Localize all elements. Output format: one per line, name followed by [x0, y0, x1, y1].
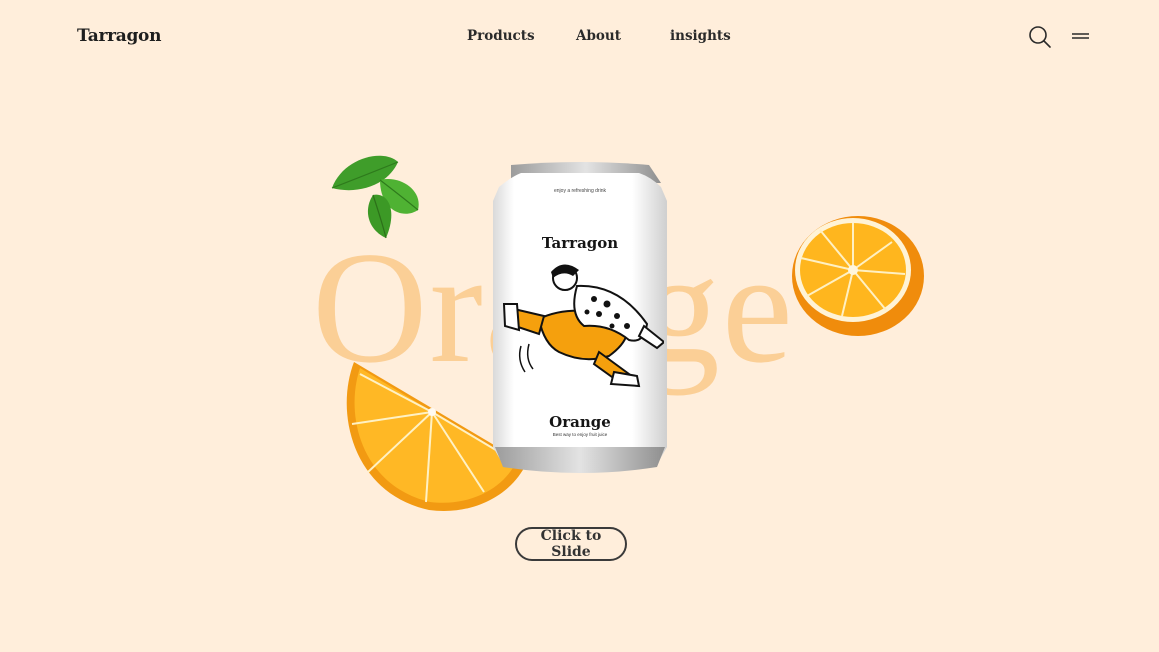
running-person-illustration [502, 264, 664, 388]
can-tagline: enjoy a refreshing drink [554, 188, 606, 194]
menu-icon [1072, 33, 1089, 39]
nav-item-insights[interactable]: insights [670, 28, 731, 44]
menu-button[interactable] [1070, 28, 1092, 44]
click-to-slide-button[interactable]: Click to Slide [515, 527, 627, 561]
search-button[interactable] [1028, 25, 1052, 49]
leaf-image [331, 155, 419, 239]
site-header: Tarragon Products About insights [0, 0, 1159, 72]
can-subtitle: Best way to enjoy fruit juice [552, 432, 608, 437]
hero-section: Orange [0, 72, 1159, 652]
nav-item-products[interactable]: Products [467, 28, 535, 44]
can-flavor-label: Orange [549, 413, 611, 431]
product-can: enjoy a refreshing drink Tarragon Orange… [491, 161, 669, 479]
nav-item-about[interactable]: About [576, 28, 621, 44]
can-brand-label: Tarragon [541, 234, 619, 252]
search-icon [1029, 26, 1051, 48]
brand-logo[interactable]: Tarragon [77, 26, 161, 46]
orange-half-image [792, 216, 924, 336]
